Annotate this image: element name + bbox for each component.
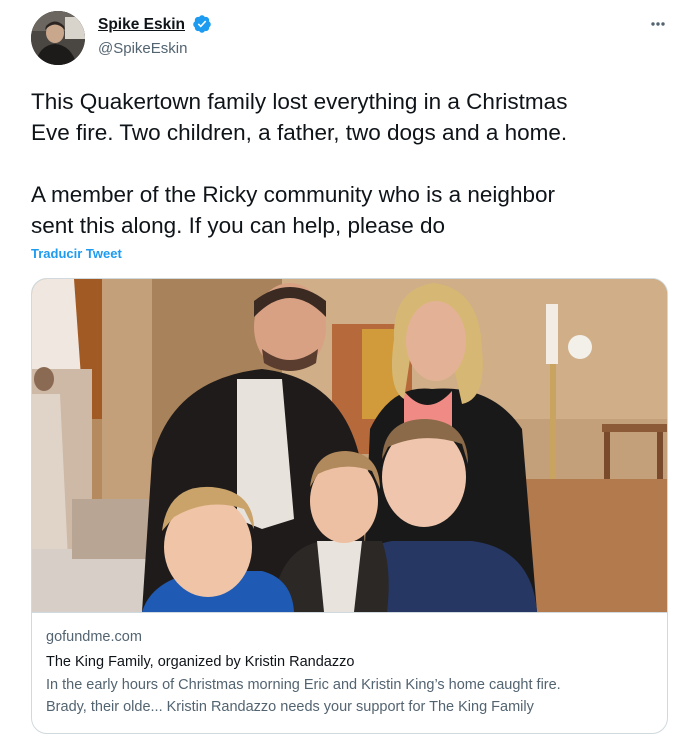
translate-tweet-link[interactable]: Traducir Tweet	[31, 246, 122, 261]
author-name[interactable]: Spike Eskin	[98, 16, 185, 34]
tweet-text-line: This Quakertown family lost everything i…	[31, 89, 568, 114]
family-photo[interactable]	[32, 279, 667, 612]
ellipsis-icon[interactable]	[645, 14, 671, 34]
tweet-text-line: Eve fire. Two children, a father, two do…	[31, 120, 568, 145]
author-handle[interactable]: @SpikeEskin	[98, 40, 187, 57]
card-meta[interactable]: gofundme.com The King Family, organized …	[32, 612, 667, 733]
card-description-line: In the early hours of Christmas morning …	[46, 677, 561, 693]
card-description-line: Brady, their olde... Kristin Randazzo ne…	[46, 699, 534, 715]
tweet-text-line: A member of the Ricky community who is a…	[31, 182, 555, 207]
card-title: The King Family, organized by Kristin Ra…	[46, 654, 355, 670]
tweet-text-line: sent this along. If you can help, please…	[31, 213, 446, 238]
link-preview-card[interactable]: gofundme.com The King Family, organized …	[31, 278, 668, 734]
tweet-text: This Quakertown family lost everything i…	[31, 86, 671, 241]
card-domain: gofundme.com	[46, 629, 142, 645]
author-avatar[interactable]	[31, 11, 85, 65]
tweet[interactable]: Spike Eskin @SpikeEskin This Quakertown …	[0, 0, 700, 745]
verified-badge-icon	[193, 15, 211, 33]
